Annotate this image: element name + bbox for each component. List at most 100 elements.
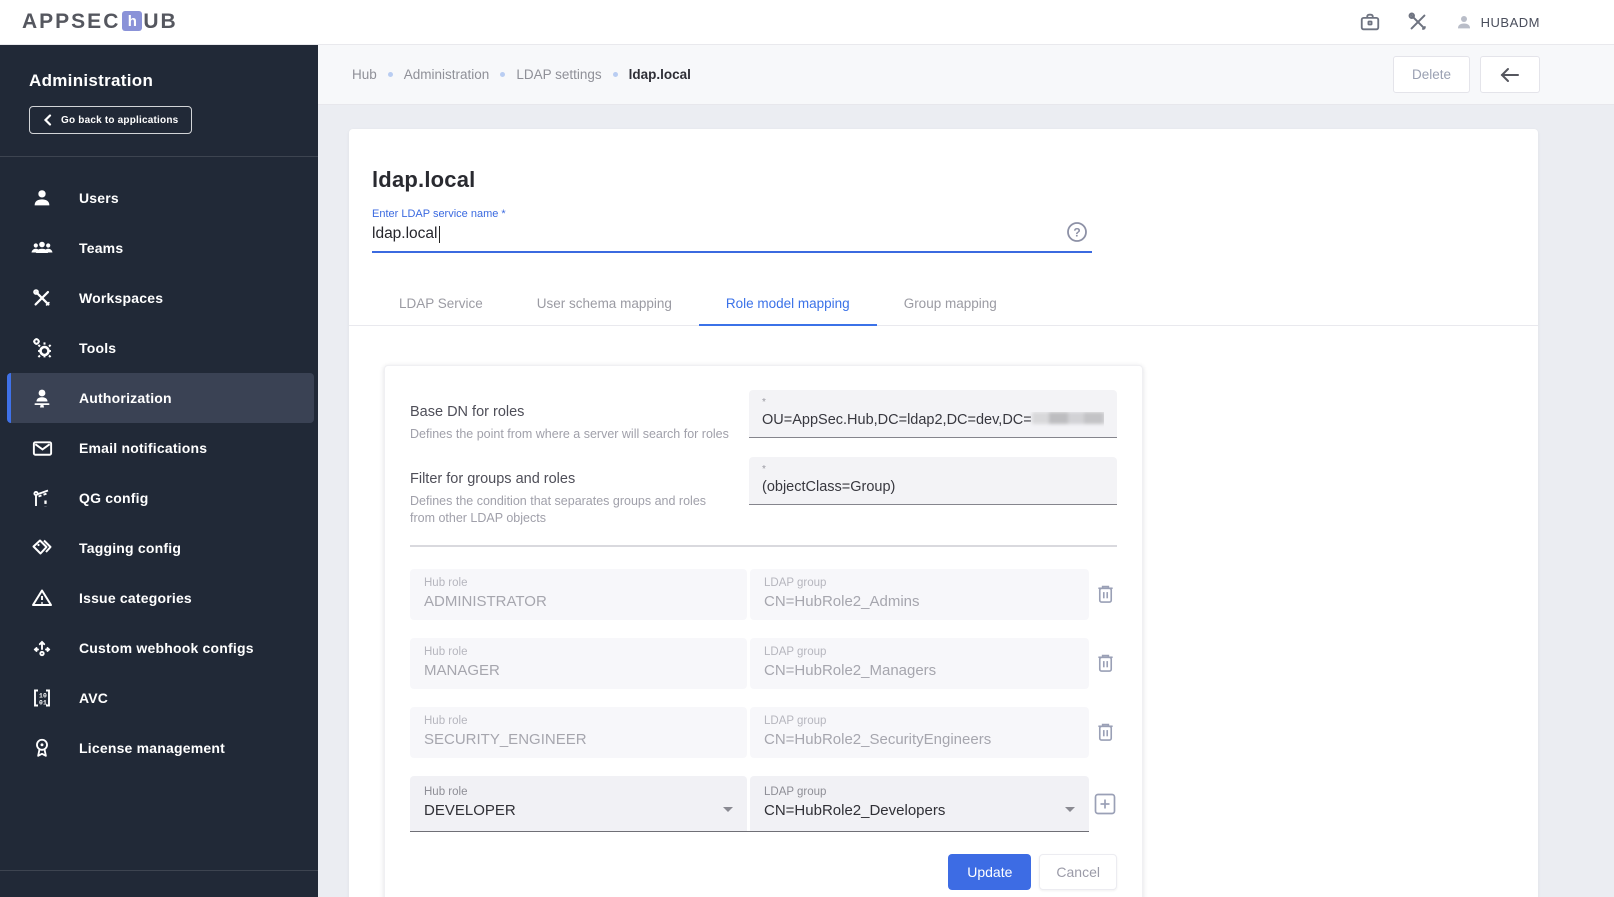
ldap-group-field: LDAP group CN=HubRole2_SecurityEngineers [750, 706, 1089, 758]
add-mapping-button[interactable] [1093, 791, 1117, 817]
redacted-text [1031, 412, 1104, 424]
sidebar-item-custom-webhook-configs[interactable]: Custom webhook configs [0, 623, 318, 673]
hub-role-label: Hub role [424, 576, 468, 589]
sidebar-item-label: License management [79, 740, 225, 756]
hub-role-value: SECURITY_ENGINEER [424, 730, 587, 748]
delete-mapping-button[interactable] [1093, 650, 1117, 676]
form-fields: Base DN for roles Defines the point from… [410, 390, 1117, 527]
user-icon [30, 186, 54, 210]
sidebar-item-teams[interactable]: Teams [0, 223, 318, 273]
help-icon[interactable]: ? [1066, 221, 1088, 243]
sidebar-item-label: Teams [79, 240, 124, 256]
tags-icon [30, 536, 54, 560]
ldap-group-label: LDAP group [764, 785, 827, 798]
chevron-left-icon [43, 114, 52, 126]
hub-role-select[interactable]: Hub role DEVELOPER [410, 775, 747, 831]
cancel-button[interactable]: Cancel [1039, 853, 1117, 890]
logo-text-post: UB [143, 10, 178, 33]
sidebar-item-label: Email notifications [79, 440, 208, 456]
arrow-left-icon [1500, 67, 1519, 82]
svg-text:10: 10 [39, 693, 47, 700]
hub-role-value: MANAGER [424, 661, 500, 679]
tab-user-schema-mapping[interactable]: User schema mapping [510, 281, 699, 326]
required-mark: * [762, 397, 766, 408]
sidebar-item-issue-categories[interactable]: Issue categories [0, 573, 318, 623]
text-caret [438, 225, 440, 243]
sidebar-item-workspaces[interactable]: Workspaces [0, 273, 318, 323]
hub-role-field: Hub role MANAGER [410, 637, 747, 689]
chevron-down-icon [1065, 807, 1075, 817]
binary-brackets-icon: 10 01 [30, 686, 54, 710]
barrier-icon [30, 486, 54, 510]
breadcrumb-item-ldap-settings[interactable]: LDAP settings [516, 67, 601, 82]
breadcrumb-current: ldap.local [628, 67, 691, 82]
svg-text:?: ? [1073, 225, 1080, 239]
sidebar-item-qg-config[interactable]: QG config [0, 473, 318, 523]
ldap-group-field: LDAP group CN=HubRole2_Admins [750, 568, 1089, 620]
sidebar-item-label: Users [79, 190, 119, 206]
back-button[interactable] [1480, 56, 1540, 93]
sidebar: Administration Go back to applications U… [0, 45, 318, 897]
sidebar-item-authorization[interactable]: Authorization [7, 373, 314, 423]
sidebar-item-avc[interactable]: 10 01 AVC [0, 673, 318, 723]
tools-icon[interactable] [1407, 11, 1429, 33]
sidebar-item-label: Tools [79, 340, 117, 356]
logo-text-pre: APPSEC [22, 10, 121, 33]
ldap-service-name-label: Enter LDAP service name * [372, 208, 506, 220]
form-divider [410, 544, 1117, 547]
hub-role-label: Hub role [424, 645, 468, 658]
gears-icon [30, 336, 54, 360]
tab-group-mapping[interactable]: Group mapping [877, 281, 1024, 326]
mapping-row-manager: Hub role MANAGER LDAP group CN=HubRole2_… [410, 637, 1117, 689]
tab-bar: LDAP Service User schema mapping Role mode… [349, 281, 1538, 326]
field-row-base-dn-for-roles: Base DN for roles Defines the point from… [410, 390, 1117, 443]
sidebar-item-tools[interactable]: Tools [0, 323, 318, 373]
sidebar-item-users[interactable]: Users [0, 173, 318, 223]
sidebar-title: Administration [29, 71, 154, 90]
ldap-settings-card: ldap.local Enter LDAP service name * lda… [349, 129, 1538, 897]
go-back-to-applications-button[interactable]: Go back to applications [29, 106, 193, 134]
sidebar-item-label: Issue categories [79, 590, 192, 606]
delete-mapping-button[interactable] [1093, 719, 1117, 745]
briefcase-icon[interactable] [1359, 11, 1381, 33]
sidebar-item-license-management[interactable]: License management [0, 723, 318, 773]
ldap-group-select[interactable]: LDAP group CN=HubRole2_Developers [750, 775, 1089, 831]
hub-role-value: DEVELOPER [424, 801, 516, 819]
field-value: OU=AppSec.Hub,DC=ldap2,DC=dev,DC= [762, 412, 1104, 428]
tab-ldap-service[interactable]: LDAP Service [372, 281, 510, 326]
update-button[interactable]: Update [948, 853, 1032, 890]
mapping-row-developer: Hub role DEVELOPER LDAP group CN=HubRole… [410, 775, 1117, 832]
ldap-group-label: LDAP group [764, 714, 827, 727]
ldap-group-value: CN=HubRole2_Managers [764, 661, 937, 679]
webhook-icon [30, 636, 54, 660]
hub-role-value: ADMINISTRATOR [424, 592, 547, 610]
breadcrumb-separator-dot [387, 72, 393, 77]
sidebar-bottom-divider [0, 870, 318, 897]
field-description: Defines the point from where a server wi… [410, 427, 729, 441]
breadcrumb-item-administration[interactable]: Administration [404, 67, 490, 82]
delete-button[interactable]: Delete [1392, 56, 1470, 93]
app-header: APPSEC h UB HUBADM [0, 0, 1614, 45]
delete-mapping-button[interactable] [1093, 581, 1117, 607]
mapping-list: Hub role ADMINISTRATOR LDAP group CN=Hub… [410, 568, 1117, 832]
user-menu[interactable]: HUBADM [1455, 13, 1540, 31]
sidebar-item-label: QG config [79, 490, 149, 506]
sidebar-item-tagging-config[interactable]: Tagging config [0, 523, 318, 573]
breadcrumb-item-hub[interactable]: Hub [352, 67, 377, 82]
award-icon [30, 736, 54, 760]
breadcrumb: Hub Administration LDAP settings ldap.local [352, 67, 691, 82]
hub-role-field: Hub role ADMINISTRATOR [410, 568, 747, 620]
sidebar-item-email-notifications[interactable]: Email notifications [0, 423, 318, 473]
hub-role-label: Hub role [424, 785, 468, 798]
field-label: Filter for groups and roles [410, 470, 576, 487]
ldap-service-name-input[interactable]: Enter LDAP service name * ldap.local ? [372, 208, 1092, 253]
role-model-mapping-panel: Base DN for roles Defines the point from… [384, 365, 1143, 897]
tab-role-model-mapping[interactable]: Role model mapping [698, 281, 877, 326]
breadcrumb-separator-dot [612, 72, 618, 77]
sidebar-item-label: Workspaces [79, 290, 164, 306]
hub-role-label: Hub role [424, 714, 468, 727]
app-logo: APPSEC h UB [22, 10, 178, 34]
person-desk-icon [30, 386, 54, 410]
base-dn-for-roles-input[interactable]: * OU=AppSec.Hub,DC=ldap2,DC=dev,DC= [749, 390, 1117, 438]
filter-for-groups-and-roles-input[interactable]: * (objectClass=Group) [749, 456, 1117, 505]
